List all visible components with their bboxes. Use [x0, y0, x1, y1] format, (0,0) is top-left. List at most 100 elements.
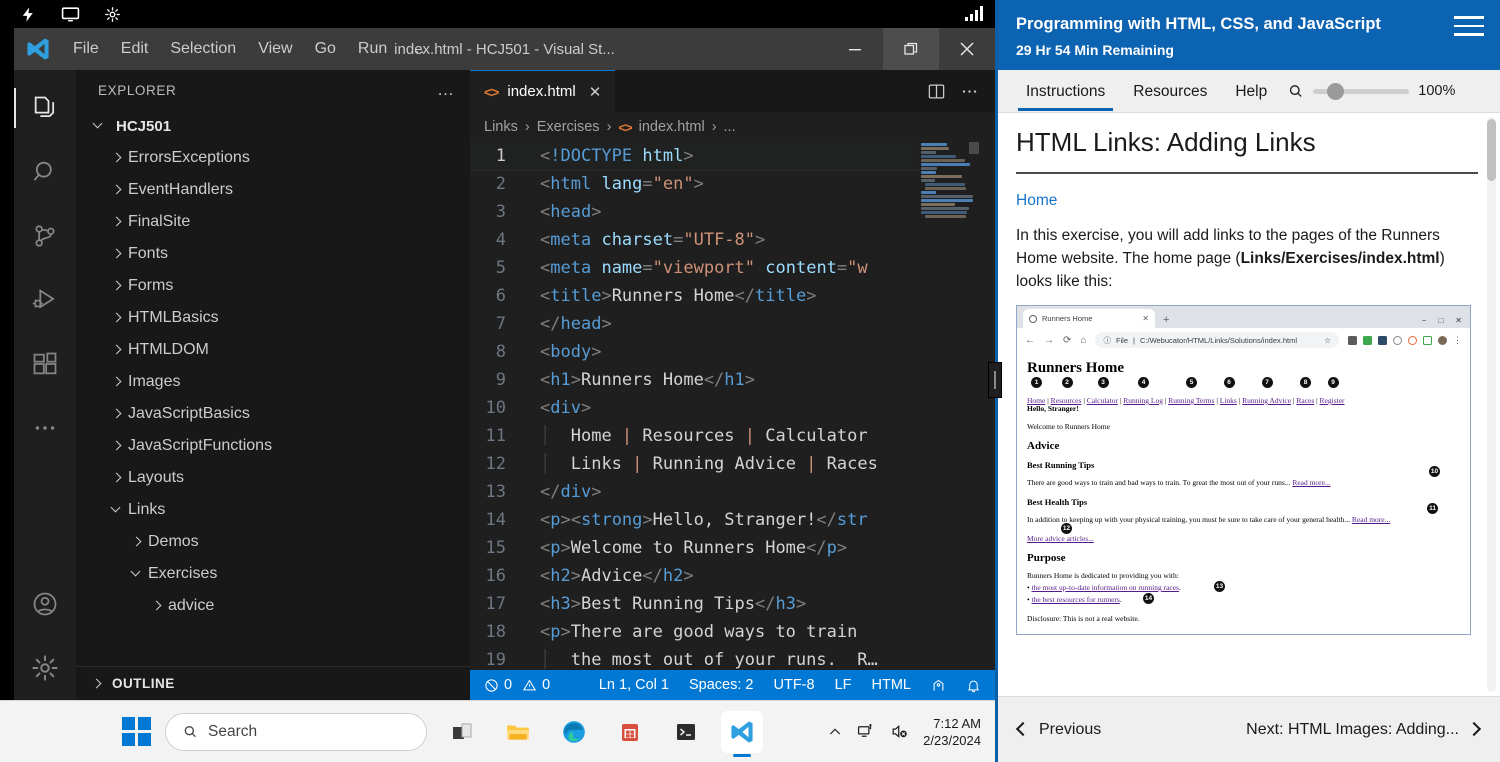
menu-edit[interactable]: Edit: [110, 36, 160, 62]
window-controls[interactable]: [827, 28, 995, 70]
tab-resources[interactable]: Resources: [1119, 73, 1221, 110]
menu-view[interactable]: View: [247, 36, 303, 62]
menu-go[interactable]: Go: [304, 36, 347, 62]
more-views-icon[interactable]: [14, 396, 76, 460]
tab-index-html[interactable]: <> index.html ✕: [470, 70, 616, 112]
edge-icon[interactable]: [553, 711, 595, 753]
zoom-slider-thumb[interactable]: [1327, 82, 1345, 100]
file-tree[interactable]: ErrorsExceptions EventHandlers FinalSite Fo…: [76, 142, 470, 666]
explorer-more-icon[interactable]: …: [437, 80, 456, 100]
breadcrumb-symbols[interactable]: ...: [724, 119, 736, 135]
restore-button[interactable]: [883, 28, 939, 70]
menu-file[interactable]: File: [62, 36, 110, 62]
zoom-control[interactable]: 100%: [1287, 82, 1455, 100]
next-button[interactable]: Next: HTML Images: Adding...: [1246, 721, 1480, 739]
search-icon[interactable]: [14, 140, 76, 204]
manage-settings-icon[interactable]: [14, 636, 76, 700]
tree-item-finalsite[interactable]: FinalSite: [76, 206, 470, 238]
vscode-menubar[interactable]: File Edit Selection View Go Run …: [62, 36, 436, 62]
instructions-content[interactable]: HTML Links: Adding Links Home In this ex…: [998, 113, 1500, 696]
zoom-slider[interactable]: [1313, 82, 1410, 100]
tree-item-eventhandlers[interactable]: EventHandlers: [76, 174, 470, 206]
start-icon[interactable]: [122, 717, 151, 746]
tree-item-images[interactable]: Images: [76, 366, 470, 398]
tree-item-javascriptbasics[interactable]: JavaScriptBasics: [76, 398, 470, 430]
hamburger-menu-icon[interactable]: [1454, 16, 1484, 42]
code-line[interactable]: 18 <p>There are good ways to train: [470, 618, 995, 646]
tree-item-forms[interactable]: Forms: [76, 270, 470, 302]
more-actions-icon[interactable]: [960, 82, 979, 101]
tree-item-errorsexceptions[interactable]: ErrorsExceptions: [76, 142, 470, 174]
outline-section[interactable]: OUTLINE: [76, 666, 470, 700]
minimize-button[interactable]: [827, 28, 883, 70]
bolt-icon[interactable]: [18, 4, 38, 24]
task-view-icon[interactable]: [441, 711, 483, 753]
home-link[interactable]: Home: [1016, 192, 1478, 210]
code-line[interactable]: 19 │ the most out of your runs. R…: [470, 646, 995, 670]
tab-help[interactable]: Help: [1221, 73, 1281, 110]
code-line[interactable]: 16 <h2>Advice</h2>: [470, 562, 995, 590]
code-line[interactable]: 14 <p><strong>Hello, Stranger!</str: [470, 506, 995, 534]
code-line[interactable]: 5 <meta name="viewport" content="w: [470, 254, 995, 282]
encoding[interactable]: UTF-8: [774, 677, 815, 693]
clock[interactable]: 7:12 AM 2/23/2024: [923, 715, 981, 749]
language-mode[interactable]: HTML: [872, 677, 911, 693]
code-line[interactable]: 13 </div>: [470, 478, 995, 506]
code-line[interactable]: 3 <head>: [470, 198, 995, 226]
search-input[interactable]: Search: [165, 712, 427, 751]
gear-icon[interactable]: [102, 4, 122, 24]
show-hidden-icons-icon[interactable]: [827, 724, 843, 740]
tree-item-exercises[interactable]: Exercises: [76, 558, 470, 590]
code-line[interactable]: 9 <h1>Runners Home</h1>: [470, 366, 995, 394]
code-line[interactable]: 7 </head>: [470, 310, 995, 338]
tree-item-layouts[interactable]: Layouts: [76, 462, 470, 494]
content-scrollbar[interactable]: [1487, 117, 1496, 692]
warnings-indicator[interactable]: 0: [522, 677, 550, 693]
tree-item-links[interactable]: Links: [76, 494, 470, 526]
menu-selection[interactable]: Selection: [159, 36, 247, 62]
indentation[interactable]: Spaces: 2: [689, 677, 754, 693]
bell-icon[interactable]: [966, 678, 981, 693]
code-line[interactable]: 12 │ Links | Running Advice | Races: [470, 450, 995, 478]
pane-splitter-handle[interactable]: [988, 362, 1002, 398]
network-icon[interactable]: [857, 722, 876, 741]
explorer-icon[interactable]: [14, 76, 76, 140]
minimap[interactable]: [919, 142, 979, 670]
code-line[interactable]: 4 <meta charset="UTF-8">: [470, 226, 995, 254]
remote-icon[interactable]: [931, 678, 946, 693]
run-debug-icon[interactable]: [14, 268, 76, 332]
code-line[interactable]: 6 <title>Runners Home</title>: [470, 282, 995, 310]
activity-bar[interactable]: [14, 70, 76, 700]
tree-item-advice[interactable]: advice: [76, 590, 470, 622]
vscode-icon[interactable]: [721, 710, 763, 753]
tab-close-icon[interactable]: ✕: [589, 83, 602, 101]
tree-item-htmldom[interactable]: HTMLDOM: [76, 334, 470, 366]
breadcrumb-exercises[interactable]: Exercises: [537, 119, 600, 135]
tree-item-fonts[interactable]: Fonts: [76, 238, 470, 270]
tab-instructions[interactable]: Instructions: [1012, 73, 1119, 111]
split-editor-icon[interactable]: [927, 82, 946, 101]
menu-run[interactable]: Run: [347, 36, 398, 62]
close-button[interactable]: [939, 28, 995, 70]
problems-indicator[interactable]: 0: [484, 677, 512, 693]
code-line[interactable]: 11 │ Home | Resources | Calculator: [470, 422, 995, 450]
workspace-root-row[interactable]: HCJ501: [76, 110, 470, 142]
minimap-slider[interactable]: [969, 142, 979, 154]
code-line[interactable]: 2 <html lang="en">: [470, 170, 995, 198]
volume-muted-icon[interactable]: [890, 722, 909, 741]
file-explorer-icon[interactable]: [497, 711, 539, 753]
line-endings[interactable]: LF: [835, 677, 852, 693]
tree-item-htmlbasics[interactable]: HTMLBasics: [76, 302, 470, 334]
code-line[interactable]: 8 <body>: [470, 338, 995, 366]
breadcrumb-links[interactable]: Links: [484, 119, 518, 135]
source-control-icon[interactable]: [14, 204, 76, 268]
breadcrumb-file[interactable]: index.html: [639, 119, 705, 135]
code-line[interactable]: 15 <p>Welcome to Runners Home</p>: [470, 534, 995, 562]
menu-more[interactable]: …: [398, 36, 436, 62]
editor-scrollbar[interactable]: [979, 142, 995, 670]
cursor-position[interactable]: Ln 1, Col 1: [599, 677, 669, 693]
account-icon[interactable]: [14, 572, 76, 636]
code-line[interactable]: 10 <div>: [470, 394, 995, 422]
extensions-icon[interactable]: [14, 332, 76, 396]
tree-item-demos[interactable]: Demos: [76, 526, 470, 558]
